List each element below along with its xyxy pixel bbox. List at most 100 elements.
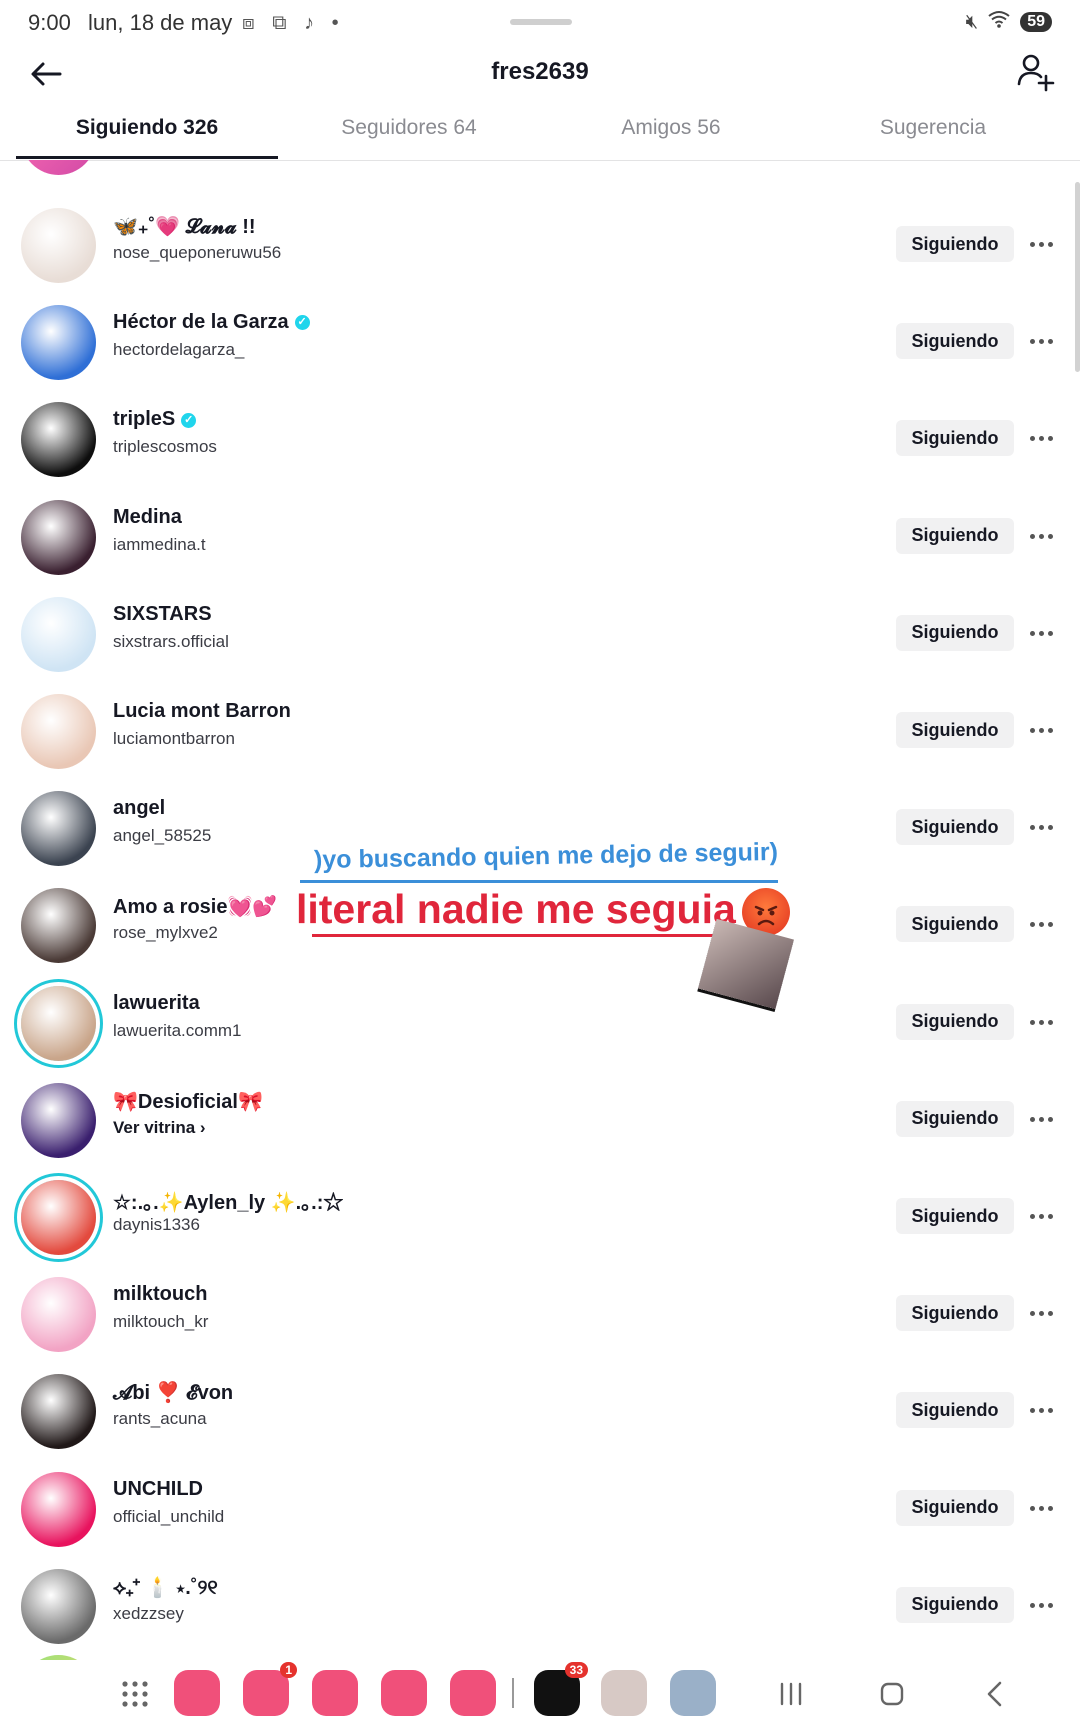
username: official_unchild xyxy=(113,1506,225,1526)
display-name-text: SIXSTARS xyxy=(113,602,212,625)
overlay-caption-main: literal nadie me seguia xyxy=(296,886,736,932)
avatar[interactable] xyxy=(21,305,96,381)
add-user-icon[interactable] xyxy=(1014,50,1058,94)
following-button[interactable]: Siguiendo xyxy=(896,226,1014,262)
more-options-icon[interactable] xyxy=(1030,1498,1060,1518)
more-options-icon[interactable] xyxy=(1030,1303,1060,1323)
view-showcase-link[interactable]: Ver vitrina › xyxy=(113,1118,206,1138)
following-button[interactable]: Siguiendo xyxy=(896,1295,1014,1332)
more-options-icon[interactable] xyxy=(1030,526,1060,546)
list-item[interactable]: Medina iammedina.t Siguiendo xyxy=(0,488,1080,585)
header: fres2639 xyxy=(0,48,1080,106)
following-button[interactable]: Siguiendo xyxy=(896,1392,1014,1429)
status-bar: 9:00 lun, 18 de may ⧈ ⧉ ♪ • 🔇︎ 59 xyxy=(0,0,1080,48)
notes-app-icon[interactable] xyxy=(174,1670,220,1716)
drag-handle[interactable] xyxy=(510,19,572,25)
avatar[interactable] xyxy=(21,160,96,175)
user-display-name: Lucia mont Barron xyxy=(113,700,291,723)
dock-separator xyxy=(512,1678,514,1708)
avatar[interactable] xyxy=(21,596,96,672)
list-item[interactable]: tripleS ✓ triplescosmos Siguiendo xyxy=(0,390,1080,487)
following-button[interactable]: Siguiendo xyxy=(896,1198,1014,1234)
app-eye-app-icon[interactable] xyxy=(601,1670,647,1716)
tiktok-app-icon[interactable]: 33 xyxy=(534,1662,588,1716)
following-button[interactable]: Siguiendo xyxy=(896,1489,1014,1526)
following-button[interactable]: Siguiendo xyxy=(896,1100,1014,1137)
list-item[interactable]: ⟡₊⁺ 🕯️ ⋆.˚୨୧ xedzzsey Siguiendo xyxy=(0,1557,1080,1654)
avatar[interactable] xyxy=(21,694,96,769)
avatar[interactable] xyxy=(21,1471,96,1547)
list-item[interactable]: ☆:.｡.✨Aylen_ly ✨.｡.:☆ daynis1336 Siguiendo xyxy=(0,1168,1080,1265)
more-options-icon[interactable] xyxy=(1030,1109,1060,1129)
list-item[interactable]: SIXSTARS sixstrars.official Siguiendo xyxy=(0,585,1080,682)
username: angel_58525 xyxy=(113,826,212,846)
avatar[interactable] xyxy=(21,1277,96,1353)
system-back-icon[interactable] xyxy=(975,1674,1015,1714)
user-display-name: ☆:.｡.✨Aylen_ly ✨.｡.:☆ xyxy=(113,1186,343,1215)
more-options-icon[interactable] xyxy=(1030,817,1060,837)
more-options-icon[interactable] xyxy=(1030,914,1060,934)
avatar[interactable] xyxy=(21,1082,96,1158)
more-options-icon[interactable] xyxy=(1030,623,1060,643)
avatar[interactable] xyxy=(21,208,96,283)
wifi-icon xyxy=(988,10,1010,34)
camera-app-icon[interactable] xyxy=(450,1670,496,1716)
messages-app-icon[interactable] xyxy=(312,1670,358,1716)
more-options-icon[interactable] xyxy=(1030,428,1060,448)
more-options-icon[interactable] xyxy=(1030,331,1060,351)
user-display-name: ⟡₊⁺ 🕯️ ⋆.˚୨୧ xyxy=(113,1575,218,1600)
tab-followers[interactable]: Seguidores 64 xyxy=(278,116,540,140)
user-display-name: 🦋₊˚💗 𝓛𝓪𝓷𝓪 !! xyxy=(113,214,256,239)
avatar[interactable] xyxy=(21,1568,96,1644)
display-name-text: 𝓐bi ❣️ 𝓔von xyxy=(113,1382,234,1405)
following-button[interactable]: Siguiendo xyxy=(896,614,1014,651)
avatar[interactable] xyxy=(21,402,96,478)
more-options-icon[interactable] xyxy=(1030,1012,1060,1032)
avatar[interactable] xyxy=(21,499,96,575)
list-item[interactable]: Héctor de la Garza ✓ hectordelagarza_ Sigui… xyxy=(0,293,1080,390)
username: daynis1336 xyxy=(113,1215,200,1234)
app-drawer-icon[interactable] xyxy=(115,1674,155,1714)
following-button[interactable]: Siguiendo xyxy=(896,420,1014,457)
app-photo-app-icon[interactable] xyxy=(670,1670,716,1716)
list-item[interactable]: 🦋₊˚💗 𝓛𝓪𝓷𝓪 !! nose_queponeruwu56 Siguiendo xyxy=(0,196,1080,293)
following-button[interactable]: Siguiendo xyxy=(896,809,1014,846)
more-options-icon[interactable] xyxy=(1030,1206,1060,1226)
list-item[interactable]: lawuerita lawuerita.comm1 Siguiendo xyxy=(0,974,1080,1071)
verified-badge-icon: ✓ xyxy=(294,315,310,331)
following-button[interactable]: Siguiendo xyxy=(896,712,1014,748)
home-icon[interactable] xyxy=(872,1674,912,1714)
avatar[interactable] xyxy=(21,985,96,1061)
following-button[interactable]: Siguiendo xyxy=(896,517,1014,554)
following-button[interactable]: Siguiendo xyxy=(896,906,1014,943)
list-item[interactable]: UNCHILD official_unchild Siguiendo xyxy=(0,1460,1080,1557)
avatar[interactable] xyxy=(21,888,96,964)
more-options-icon[interactable] xyxy=(1030,720,1060,740)
following-button[interactable]: Siguiendo xyxy=(896,1003,1014,1040)
chrome-app-icon[interactable] xyxy=(381,1670,427,1716)
notification-badge: 33 xyxy=(564,1662,588,1678)
more-options-icon[interactable] xyxy=(1030,1595,1060,1615)
list-item[interactable]: 𝓐bi ❣️ 𝓔von rants_acuna Siguiendo xyxy=(0,1362,1080,1459)
display-name-text: angel xyxy=(113,797,166,820)
system-indicators: 🔇︎ 59 xyxy=(966,10,1052,34)
tab-friends[interactable]: Amigos 56 xyxy=(540,116,802,140)
scrollbar[interactable] xyxy=(1075,182,1080,372)
following-button[interactable]: Siguiendo xyxy=(896,323,1014,360)
more-options-icon[interactable] xyxy=(1030,1400,1060,1420)
list-item[interactable]: 🎀Desioficial🎀 Ver vitrina › Siguiendo xyxy=(0,1071,1080,1168)
display-name-text: lawuerita xyxy=(113,991,200,1014)
tab-following[interactable]: Siguiendo 326 xyxy=(16,116,278,140)
avatar[interactable] xyxy=(21,1374,96,1450)
calendar-app-icon[interactable]: 1 xyxy=(243,1662,297,1716)
more-options-icon[interactable] xyxy=(1030,234,1060,254)
user-display-name: 𝓐bi ❣️ 𝓔von xyxy=(113,1380,233,1405)
avatar[interactable] xyxy=(21,1180,96,1255)
list-item[interactable]: Lucia mont Barron luciamontbarron Siguiend… xyxy=(0,682,1080,779)
following-button[interactable]: Siguiendo xyxy=(896,1586,1014,1623)
avatar[interactable] xyxy=(21,791,96,867)
recent-apps-icon[interactable] xyxy=(771,1674,811,1714)
user-display-name: Héctor de la Garza ✓ xyxy=(113,311,310,334)
list-item[interactable]: milktouch milktouch_kr Siguiendo xyxy=(0,1265,1080,1362)
tab-suggestions[interactable]: Sugerencia xyxy=(802,116,1064,140)
